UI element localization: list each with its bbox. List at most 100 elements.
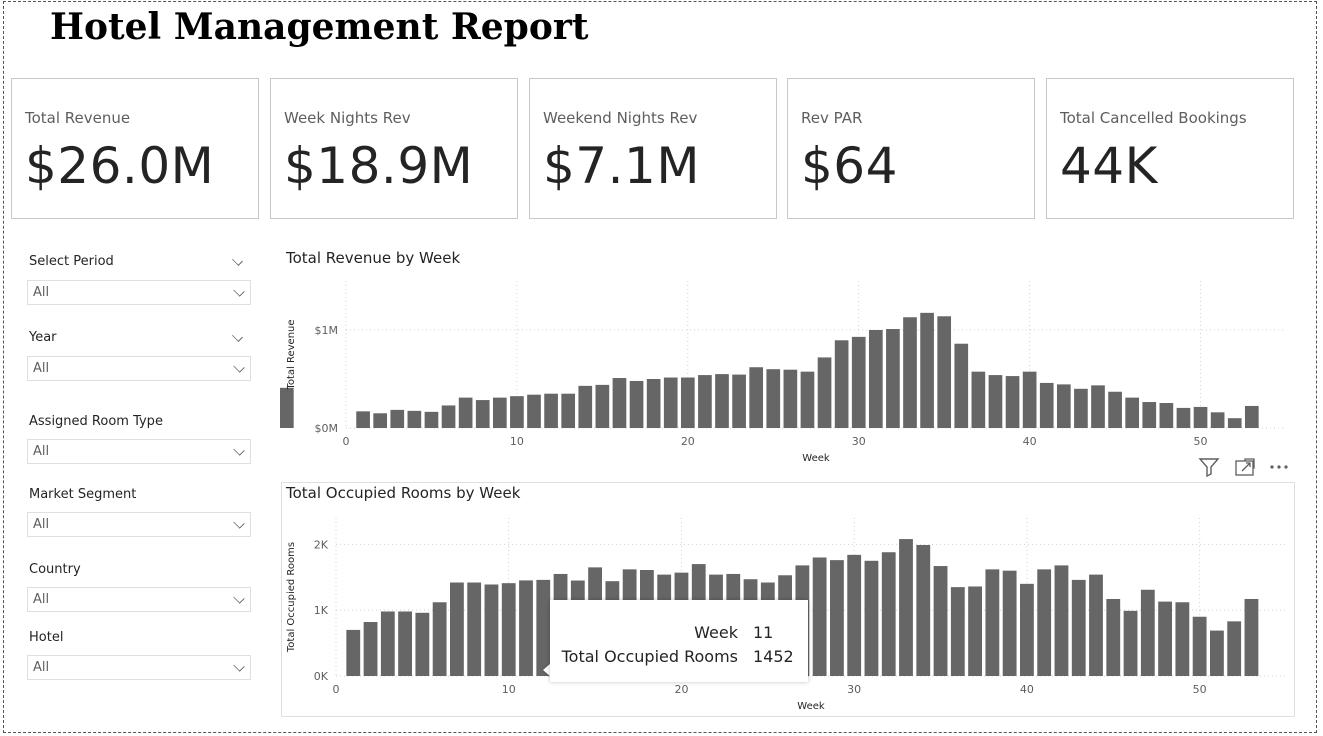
bar[interactable] — [732, 374, 746, 428]
bar[interactable] — [868, 330, 883, 428]
bar[interactable] — [985, 569, 1000, 676]
bar[interactable] — [1175, 602, 1190, 676]
bar[interactable] — [612, 378, 627, 428]
bar[interactable] — [646, 379, 661, 428]
kpi-card-weekend-nights-rev[interactable]: Weekend Nights Rev $7.1M — [529, 78, 777, 219]
bar[interactable] — [450, 582, 464, 676]
bar[interactable] — [1193, 406, 1208, 428]
bar[interactable] — [1176, 407, 1191, 428]
bar[interactable] — [501, 583, 516, 676]
slicer-dropdown[interactable]: All — [27, 587, 251, 612]
bar[interactable] — [933, 566, 948, 676]
bar[interactable] — [830, 560, 844, 676]
slicer-dropdown[interactable]: All — [27, 280, 251, 305]
bar[interactable] — [937, 316, 952, 428]
bar[interactable] — [1074, 388, 1088, 428]
bar[interactable] — [1244, 598, 1259, 676]
bar[interactable] — [492, 397, 507, 428]
slicer-dropdown[interactable]: All — [27, 512, 251, 537]
bar[interactable] — [800, 371, 815, 428]
bar[interactable] — [458, 397, 473, 428]
bar[interactable] — [971, 371, 986, 428]
bar[interactable] — [475, 400, 490, 428]
bar[interactable] — [1123, 610, 1138, 676]
kpi-card-total-revenue[interactable]: Total Revenue $26.0M — [11, 78, 259, 219]
bar[interactable] — [510, 396, 524, 428]
bar[interactable] — [1005, 376, 1020, 428]
bar[interactable] — [1054, 565, 1069, 676]
filter-icon[interactable] — [1198, 457, 1220, 481]
bar[interactable] — [629, 380, 644, 428]
bar[interactable] — [398, 611, 412, 676]
bar[interactable] — [424, 411, 439, 428]
slicer-dropdown[interactable]: All — [27, 439, 251, 464]
bar[interactable] — [544, 393, 558, 428]
bar[interactable] — [595, 384, 610, 428]
bar[interactable] — [467, 582, 482, 676]
bar[interactable] — [950, 587, 965, 676]
bar[interactable] — [812, 557, 827, 677]
bar[interactable] — [415, 612, 430, 676]
bar[interactable] — [899, 539, 913, 676]
bar[interactable] — [1071, 579, 1086, 676]
slicer-dropdown[interactable]: All — [27, 655, 251, 680]
kpi-card-week-nights-rev[interactable]: Week Nights Rev $18.9M — [270, 78, 518, 219]
bar[interactable] — [766, 369, 781, 428]
bar[interactable] — [847, 554, 862, 676]
bar[interactable] — [680, 377, 695, 428]
bar[interactable] — [954, 343, 969, 428]
bar[interactable] — [1022, 371, 1037, 428]
kpi-card-total-cancelled-bookings[interactable]: Total Cancelled Bookings 44K — [1046, 78, 1294, 219]
bar[interactable] — [1089, 574, 1103, 676]
bar[interactable] — [916, 544, 931, 676]
bar[interactable] — [407, 410, 422, 428]
bar[interactable] — [561, 393, 576, 428]
bar[interactable] — [280, 387, 294, 428]
bar[interactable] — [1037, 569, 1052, 676]
bar[interactable] — [886, 329, 900, 428]
bar[interactable] — [663, 377, 678, 428]
bar[interactable] — [390, 409, 405, 428]
bar[interactable] — [432, 602, 447, 676]
bar[interactable] — [1210, 630, 1224, 676]
bar[interactable] — [363, 622, 378, 676]
bar[interactable] — [988, 375, 1003, 428]
bar[interactable] — [783, 369, 798, 428]
bar[interactable] — [851, 336, 866, 428]
more-options-icon[interactable] — [1268, 457, 1292, 481]
bar[interactable] — [346, 629, 361, 676]
bar[interactable] — [715, 374, 729, 428]
bar[interactable] — [817, 357, 832, 428]
bar[interactable] — [536, 579, 551, 676]
bar[interactable] — [1227, 621, 1242, 676]
bar[interactable] — [1125, 397, 1140, 428]
bar[interactable] — [527, 394, 541, 428]
kpi-card-rev-par[interactable]: Rev PAR $64 — [787, 78, 1035, 219]
bar[interactable] — [903, 317, 917, 428]
bar[interactable] — [1158, 601, 1172, 676]
bar[interactable] — [749, 367, 764, 428]
bar[interactable] — [1020, 583, 1034, 676]
chevron-down-icon[interactable] — [232, 330, 243, 344]
bar[interactable] — [441, 405, 456, 428]
bar[interactable] — [920, 312, 934, 428]
bar[interactable] — [1210, 412, 1225, 428]
bar[interactable] — [1039, 382, 1054, 428]
bar[interactable] — [1244, 405, 1259, 428]
bar[interactable] — [1056, 384, 1071, 428]
bar[interactable] — [881, 552, 896, 676]
bar[interactable] — [1106, 598, 1121, 676]
chevron-down-icon[interactable] — [232, 254, 243, 268]
bar[interactable] — [864, 560, 879, 676]
slicer-dropdown[interactable]: All — [27, 356, 251, 381]
bar[interactable] — [356, 411, 370, 428]
bar[interactable] — [484, 584, 499, 676]
bar[interactable] — [834, 340, 849, 428]
bar[interactable] — [1108, 391, 1122, 428]
bar[interactable] — [1091, 385, 1105, 428]
bar[interactable] — [373, 413, 388, 428]
bar[interactable] — [519, 580, 533, 676]
bar[interactable] — [698, 375, 712, 428]
bar[interactable] — [1192, 616, 1207, 676]
bar[interactable] — [1227, 418, 1242, 428]
